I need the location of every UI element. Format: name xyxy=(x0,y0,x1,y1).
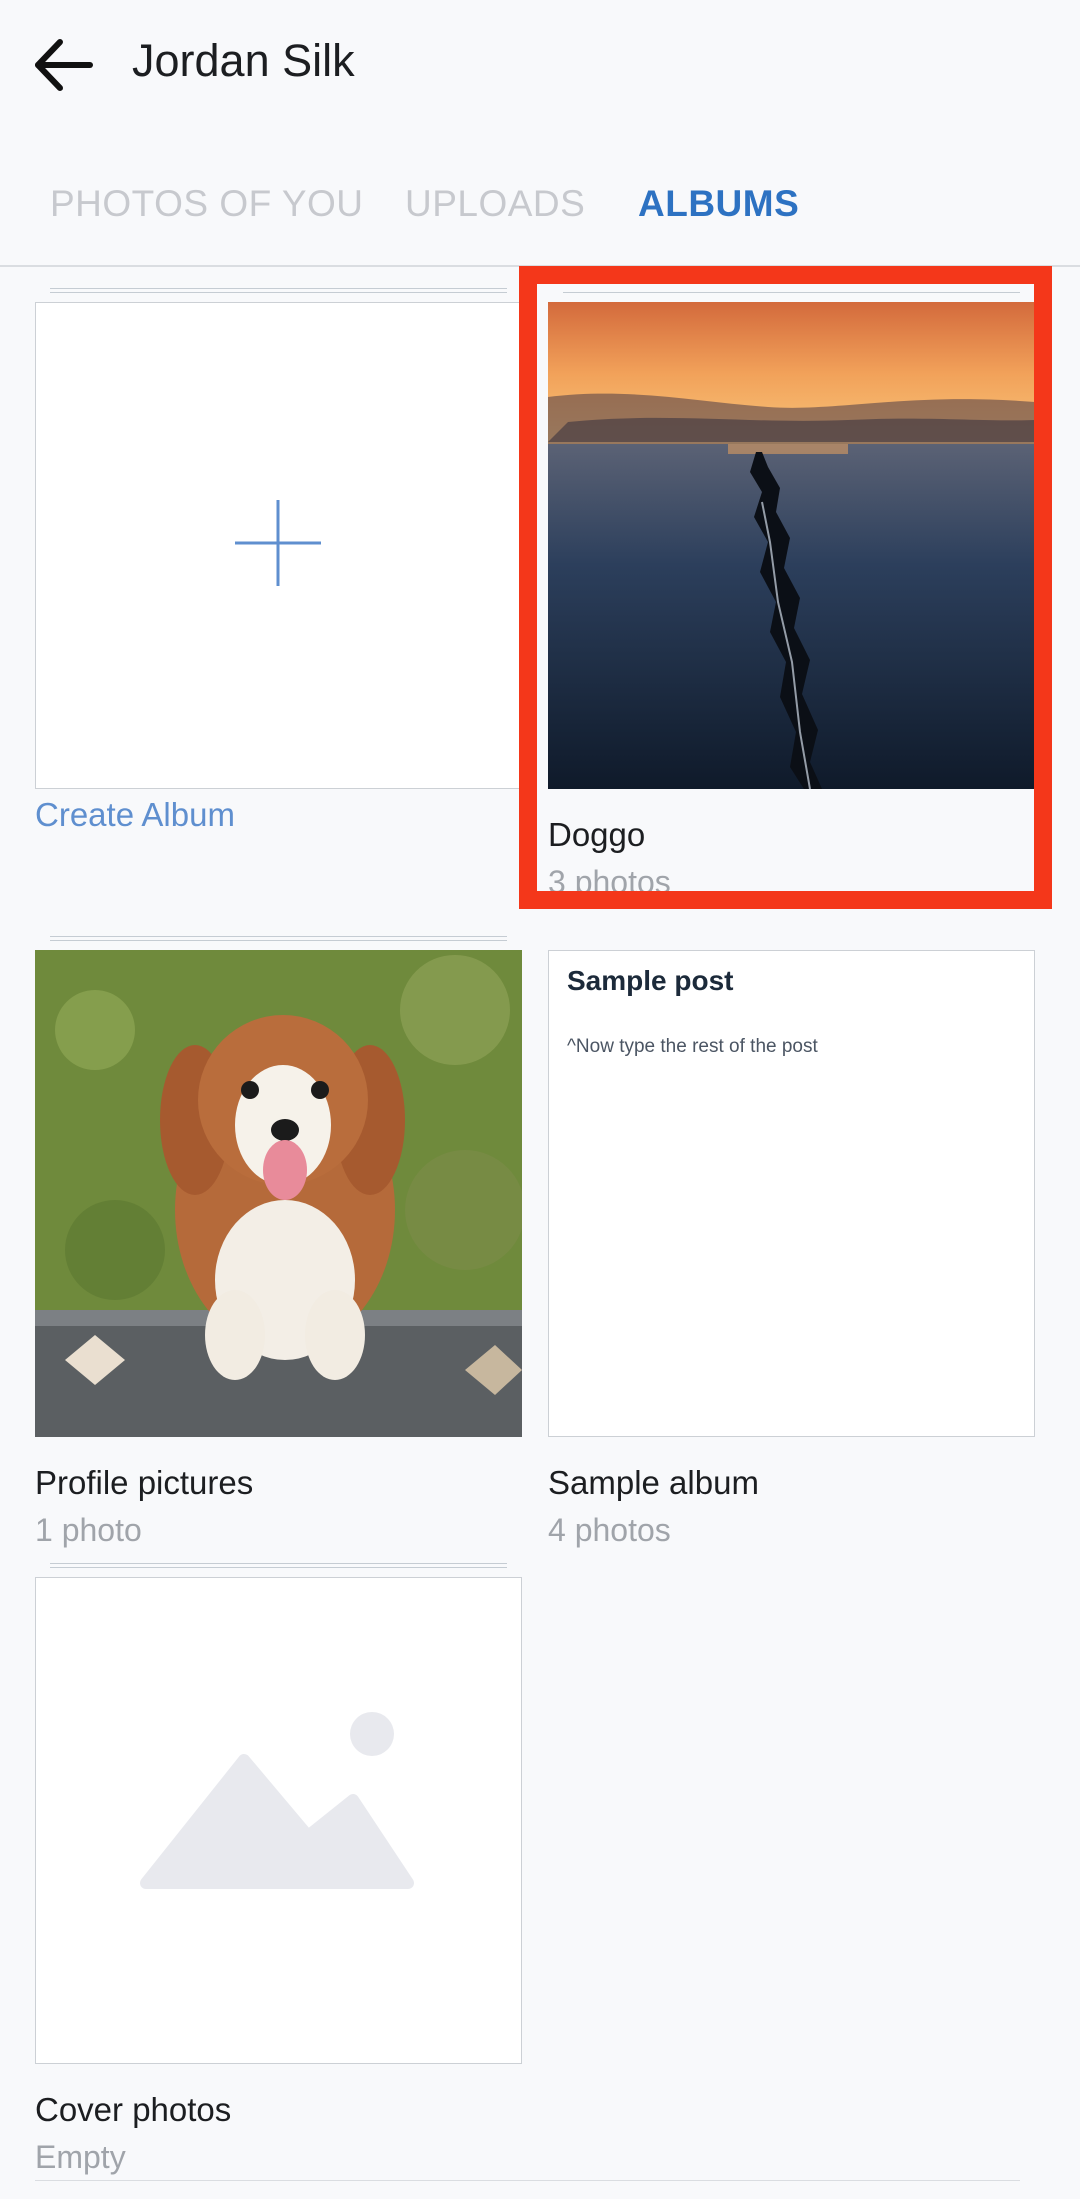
album-card-profile-pictures[interactable]: Profile pictures 1 photo xyxy=(35,936,522,1550)
tab-photos-of-you[interactable]: PHOTOS OF YOU xyxy=(50,183,364,225)
album-count: 4 photos xyxy=(548,1512,671,1548)
plus-icon xyxy=(235,500,321,586)
album-name: Profile pictures xyxy=(35,1464,254,1501)
album-count: Empty xyxy=(35,2139,126,2175)
arrow-left-icon xyxy=(35,39,93,91)
album-card-sample-album[interactable]: Sample post ^Now type the rest of the po… xyxy=(548,950,1035,1550)
stack-line xyxy=(50,1567,507,1568)
puppy-photo xyxy=(35,950,522,1437)
tab-bar: PHOTOS OF YOU UPLOADS ALBUMS xyxy=(0,165,1080,265)
album-card-cover-photos[interactable]: Cover photos Empty xyxy=(35,1563,522,2177)
app-header: Jordan Silk xyxy=(0,0,1080,130)
page-title: Jordan Silk xyxy=(132,35,355,86)
create-album-card[interactable]: Create Album xyxy=(35,288,522,862)
sample-post-body: ^Now type the rest of the post xyxy=(567,1036,818,1057)
stack-line xyxy=(50,940,507,941)
stack-line xyxy=(50,288,507,289)
stack-line xyxy=(50,936,507,937)
tab-albums[interactable]: ALBUMS xyxy=(638,183,799,225)
create-album-tile[interactable] xyxy=(35,302,522,789)
album-count: 1 photo xyxy=(35,1512,142,1548)
create-album-label[interactable]: Create Album xyxy=(35,796,235,834)
highlight-box xyxy=(519,266,1052,909)
stack-line xyxy=(50,1563,507,1564)
stack-line xyxy=(50,292,507,293)
sample-post-title: Sample post xyxy=(567,965,734,996)
back-button[interactable] xyxy=(30,30,100,100)
album-thumbnail-cover[interactable] xyxy=(35,1577,522,2064)
image-placeholder-icon xyxy=(140,1712,414,1889)
album-thumbnail-sample[interactable]: Sample post ^Now type the rest of the po… xyxy=(548,950,1035,1437)
tab-uploads[interactable]: UPLOADS xyxy=(405,183,585,225)
album-name: Cover photos xyxy=(35,2091,232,2128)
album-name: Sample album xyxy=(548,1464,759,1501)
album-thumbnail-profile[interactable] xyxy=(35,950,522,1437)
bottom-divider xyxy=(35,2180,1020,2181)
